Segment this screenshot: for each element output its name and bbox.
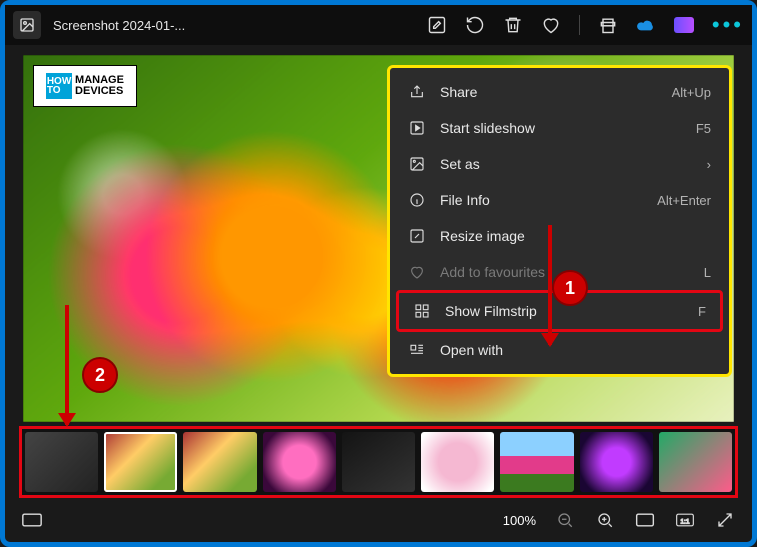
menu-shortcut: F5 — [696, 121, 711, 136]
info-icon — [408, 192, 426, 208]
title-bar: Screenshot 2024-01-... ••• — [5, 5, 752, 45]
share-icon — [408, 84, 426, 100]
context-menu: Share Alt+Up Start slideshow F5 Set as ›… — [387, 65, 732, 377]
thumbnail-selected[interactable] — [104, 432, 177, 492]
watermark: HOWTO MANAGEDEVICES — [33, 65, 137, 107]
onedrive-icon[interactable] — [636, 15, 656, 35]
divider — [579, 15, 580, 35]
delete-icon[interactable] — [503, 15, 523, 35]
app-icon[interactable] — [13, 11, 41, 39]
thumbnail[interactable] — [263, 432, 336, 492]
chevron-right-icon: › — [707, 157, 711, 172]
more-icon[interactable]: ••• — [712, 12, 744, 38]
thumbnail[interactable] — [421, 432, 494, 492]
zoom-level: 100% — [503, 513, 536, 528]
openwith-icon — [408, 342, 426, 358]
menu-label: Open with — [440, 342, 697, 358]
menu-resize[interactable]: Resize image — [394, 218, 725, 254]
annotation-badge-1: 1 — [552, 270, 588, 306]
menu-label: Share — [440, 84, 658, 100]
zoom-in-icon[interactable] — [594, 509, 616, 531]
thumbnail[interactable] — [500, 432, 573, 492]
menu-label: File Info — [440, 192, 643, 208]
menu-slideshow[interactable]: Start slideshow F5 — [394, 110, 725, 146]
toolbar: ••• — [427, 12, 744, 38]
filmstrip[interactable] — [19, 426, 738, 498]
thumbnail[interactable] — [342, 432, 415, 492]
menu-label: Set as — [440, 156, 693, 172]
fullscreen-icon[interactable] — [714, 509, 736, 531]
watermark-text: MANAGEDEVICES — [75, 75, 124, 97]
play-icon — [408, 120, 426, 136]
svg-text:1:1: 1:1 — [680, 518, 690, 525]
print-icon[interactable] — [598, 15, 618, 35]
menu-label: Start slideshow — [440, 120, 682, 136]
annotation-badge-2: 2 — [82, 357, 118, 393]
menu-shortcut: Alt+Enter — [657, 193, 711, 208]
annotation-arrow-2 — [65, 305, 69, 425]
menu-shortcut: Alt+Up — [672, 85, 711, 100]
filmstrip-toggle-icon[interactable] — [21, 509, 43, 531]
menu-shortcut: L — [704, 265, 711, 280]
setas-icon — [408, 156, 426, 172]
menu-fileinfo[interactable]: File Info Alt+Enter — [394, 182, 725, 218]
edit-icon[interactable] — [427, 15, 447, 35]
thumbnail[interactable] — [25, 432, 98, 492]
menu-label: Resize image — [440, 228, 697, 244]
thumbnail[interactable] — [580, 432, 653, 492]
resize-icon — [408, 228, 426, 244]
watermark-box: HOWTO — [46, 73, 72, 99]
thumbnail[interactable] — [659, 432, 732, 492]
designer-icon[interactable] — [674, 15, 694, 35]
menu-setas[interactable]: Set as › — [394, 146, 725, 182]
fit-icon[interactable] — [634, 509, 656, 531]
filmstrip-icon — [413, 303, 431, 319]
rotate-icon[interactable] — [465, 15, 485, 35]
actual-size-icon[interactable]: 1:1 — [674, 509, 696, 531]
menu-share[interactable]: Share Alt+Up — [394, 74, 725, 110]
file-title: Screenshot 2024-01-... — [53, 18, 185, 33]
status-bar: 100% 1:1 — [15, 503, 742, 537]
menu-shortcut: F — [698, 304, 706, 319]
menu-openwith[interactable]: Open with — [394, 332, 725, 368]
thumbnail[interactable] — [183, 432, 256, 492]
favourite-icon[interactable] — [541, 15, 561, 35]
annotation-arrow-1 — [548, 225, 552, 345]
zoom-out-icon[interactable] — [554, 509, 576, 531]
heart-icon — [408, 264, 426, 280]
